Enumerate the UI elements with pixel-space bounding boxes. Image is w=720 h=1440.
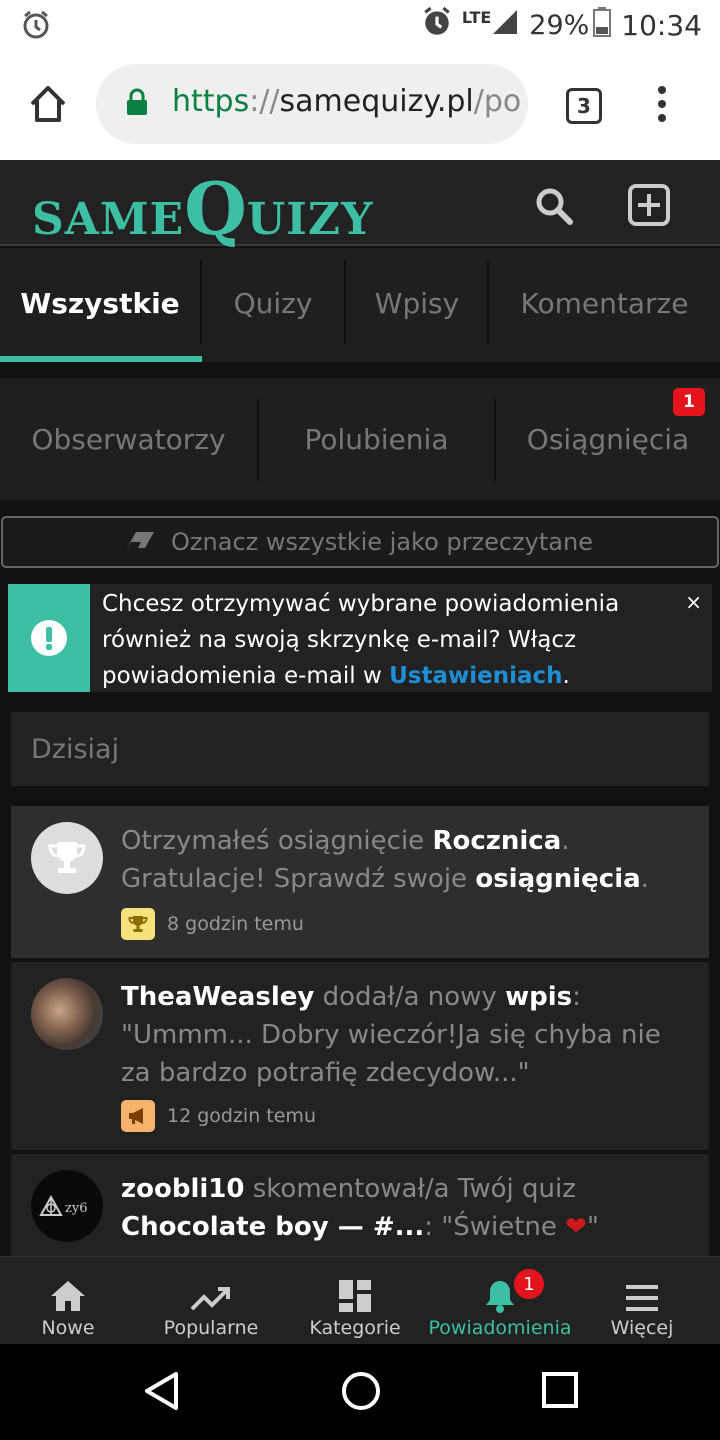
username-link[interactable]: zoobli10 — [121, 1174, 244, 1204]
trophy-avatar — [31, 822, 103, 894]
bottom-navigation: Nowe Popularne Kategorie Powiadomienia 1… — [0, 1256, 720, 1344]
home-circle-icon[interactable] — [340, 1370, 382, 1416]
url-text: https://samequizy.pl/po — [172, 84, 522, 119]
home-icon — [51, 1281, 85, 1311]
info-icon-box — [8, 584, 90, 692]
banner-message: Chcesz otrzymywać wybrane powiadomienia … — [102, 591, 620, 689]
notification-item[interactable]: Otrzymałeś osiągnięcie Rocznica. Gratula… — [11, 806, 709, 958]
hamburger-menu-icon — [626, 1285, 658, 1311]
site-header: SAMEQUIZY — [0, 160, 720, 251]
notification-item[interactable]: TheaWeasley dodał/a nowy wpis: "Ummm... … — [11, 962, 709, 1150]
signal-icon — [491, 8, 519, 43]
home-button[interactable] — [26, 82, 70, 126]
battery-percent: 29% — [529, 10, 590, 41]
tab-polubienia[interactable]: Polubienia — [259, 378, 494, 500]
mark-all-read-label: Oznacz wszystkie jako przeczytane — [171, 528, 593, 556]
status-bar: LTE 29% 10:34 — [0, 0, 720, 52]
battery-icon — [593, 7, 612, 44]
notification-text: zoobli10 skomentował/a Twój quiz Chocola… — [121, 1174, 599, 1242]
achievements-link[interactable]: osiągnięcia — [475, 864, 640, 894]
achievement-name: Rocznica — [432, 826, 562, 856]
network-type: LTE — [461, 8, 492, 27]
home-icon — [30, 86, 66, 122]
tab-obserwatorzy[interactable]: Obserwatorzy — [0, 378, 257, 500]
notification-meta: 12 godzin temu — [121, 1100, 316, 1132]
exclamation-icon — [31, 620, 67, 656]
clock: 10:34 — [621, 9, 702, 42]
email-notifications-banner: Chcesz otrzymywać wybrane powiadomienia … — [8, 584, 712, 692]
overflow-menu-icon[interactable] — [656, 86, 668, 126]
url-bar[interactable]: https://samequizy.pl/po — [96, 64, 528, 144]
browser-toolbar: https://samequizy.pl/po 3 — [0, 52, 720, 160]
search-icon[interactable] — [534, 186, 574, 230]
user-avatar[interactable] — [31, 978, 103, 1050]
back-icon[interactable] — [142, 1370, 180, 1416]
notification-type-tabs-secondary: Obserwatorzy Polubienia Osiągnięcia 1 — [0, 378, 720, 500]
timestamp: 12 godzin temu — [167, 1105, 316, 1127]
nav-wiecej[interactable]: Więcej — [596, 1257, 688, 1345]
tab-quizy[interactable]: Quizy — [202, 248, 344, 358]
nav-nowe[interactable]: Nowe — [18, 1257, 118, 1345]
active-tab-indicator — [0, 356, 202, 362]
notifications-badge: 1 — [512, 1267, 546, 1301]
tab-wpisy[interactable]: Wpisy — [346, 248, 488, 358]
svg-text:zy6: zy6 — [65, 1201, 87, 1216]
nav-popularne[interactable]: Popularne — [146, 1257, 276, 1345]
tab-komentarze[interactable]: Komentarze — [489, 248, 720, 358]
notification-type-tabs: Wszystkie Quizy Wpisy Komentarze — [0, 248, 720, 362]
categories-icon — [339, 1280, 371, 1312]
notification-text: Otrzymałeś osiągnięcie Rocznica. Gratula… — [121, 826, 649, 894]
timestamp: 8 godzin temu — [167, 913, 304, 935]
trending-icon — [190, 1287, 230, 1311]
tab-switcher-button[interactable]: 3 — [566, 88, 602, 124]
close-banner-icon[interactable]: × — [685, 590, 702, 614]
nav-powiadomienia[interactable]: Powiadomienia — [420, 1257, 580, 1345]
notification-item[interactable]: zy6 zoobli10 skomentował/a Twój quiz Cho… — [11, 1154, 709, 1256]
nav-kategorie[interactable]: Kategorie — [300, 1257, 410, 1345]
heart-icon: ❤ — [565, 1212, 587, 1242]
section-header-today: Dzisiaj — [11, 712, 709, 786]
mark-all-read-button[interactable]: Oznacz wszystkie jako przeczytane — [1, 516, 719, 568]
samequizy-logo[interactable]: SAMEQUIZY — [32, 166, 373, 251]
deathly-hallows-icon: zy6 — [39, 1194, 87, 1216]
trophy-tag-icon — [121, 908, 155, 940]
settings-link[interactable]: Ustawieniach — [389, 663, 562, 689]
eraser-icon — [127, 528, 155, 556]
achievements-badge: 1 — [673, 388, 705, 416]
trophy-icon — [48, 842, 86, 873]
add-content-icon[interactable] — [628, 184, 670, 230]
user-avatar[interactable]: zy6 — [31, 1170, 103, 1242]
quiz-link[interactable]: Chocolate boy — #... — [121, 1212, 424, 1242]
username-link[interactable]: TheaWeasley — [121, 982, 314, 1012]
notification-meta: 8 godzin temu — [121, 908, 304, 940]
lock-icon — [126, 88, 148, 120]
megaphone-icon — [121, 1100, 155, 1132]
alarm-icon — [422, 6, 452, 45]
alarm-icon — [22, 10, 50, 44]
system-navigation-bar — [0, 1344, 720, 1440]
post-link[interactable]: wpis — [505, 982, 572, 1012]
recents-icon[interactable] — [542, 1370, 578, 1414]
notification-text: TheaWeasley dodał/a nowy wpis: "Ummm... … — [121, 982, 661, 1088]
tab-wszystkie[interactable]: Wszystkie — [0, 248, 200, 358]
